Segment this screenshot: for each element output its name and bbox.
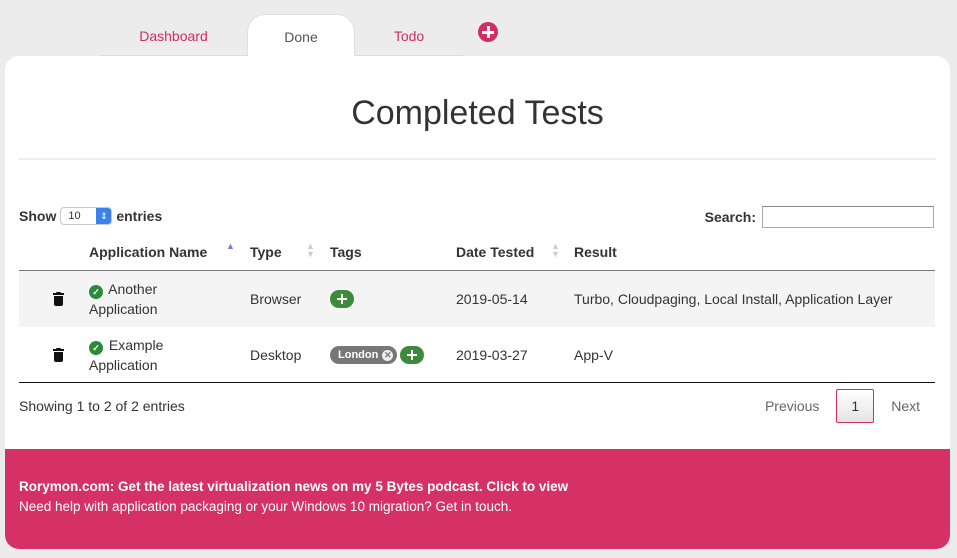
application-name-line1: Example (108, 337, 164, 353)
select-arrows-icon: ⇕ (96, 208, 112, 224)
trash-icon (53, 292, 64, 306)
next-button[interactable]: Next (877, 389, 934, 423)
search-label: Search: (704, 209, 756, 225)
search-filter: Search: (705, 206, 934, 228)
page-button-current[interactable]: 1 (836, 389, 875, 423)
delete-button[interactable] (53, 327, 64, 383)
add-tab-button[interactable] (463, 14, 513, 56)
contact-link[interactable]: Need help with application packaging or … (19, 497, 936, 517)
column-header-date-tested[interactable]: Date Tested (456, 244, 534, 260)
main-card: Completed Tests Show 10 ⇕ entries Search… (5, 56, 950, 449)
remove-tag-icon[interactable]: ✕ (382, 349, 394, 361)
footer-banner: Rorymon.com: Get the latest virtualizati… (5, 449, 950, 549)
tab-todo[interactable]: Todo (355, 14, 463, 56)
result-cell: App-V (574, 347, 613, 363)
length-prefix: Show (19, 208, 57, 224)
column-header-application-name[interactable]: Application Name (89, 244, 207, 260)
application-name-line1: Another (108, 281, 158, 297)
length-suffix: entries (116, 208, 163, 224)
entries-select-value: 10 (68, 210, 81, 222)
add-tag-button[interactable] (330, 290, 354, 308)
column-header-tags: Tags (330, 244, 362, 260)
table-header: Application Name ▲ Type ▲ ▼ Tags Date Tes… (19, 240, 935, 271)
sort-asc-icon[interactable]: ▲ (226, 242, 235, 251)
application-name: ✓ Another Application (89, 271, 229, 327)
result-cell: Turbo, Cloudpaging, Local Install, Appli… (574, 291, 893, 307)
column-header-type[interactable]: Type (250, 244, 282, 260)
title-divider (19, 158, 936, 160)
application-name: ✓ Example Application (89, 327, 229, 383)
column-header-result: Result (574, 244, 617, 260)
date-cell: 2019-05-14 (456, 291, 528, 307)
delete-button[interactable] (53, 271, 64, 327)
search-input[interactable] (762, 206, 934, 228)
sort-both-icon[interactable]: ▲ ▼ (306, 242, 315, 259)
tags-cell: London ✕ (330, 327, 425, 383)
application-name-line2: Application (89, 357, 158, 373)
pagination: Previous 1 Next (751, 389, 934, 423)
table-row: ✓ Another Application Browser 2019-05-14… (19, 271, 935, 327)
tab-dashboard[interactable]: Dashboard (100, 14, 247, 56)
type-cell: Browser (250, 291, 302, 307)
type-cell: Desktop (250, 347, 302, 363)
table-info: Showing 1 to 2 of 2 entries (19, 398, 185, 414)
previous-button[interactable]: Previous (751, 389, 833, 423)
entries-length-control: Show 10 ⇕ entries (19, 207, 162, 225)
page-title: Completed Tests (351, 94, 604, 132)
application-name-line2: Application (89, 301, 158, 317)
add-tag-button[interactable] (400, 346, 425, 364)
date-cell: 2019-03-27 (456, 347, 528, 363)
check-circle-icon: ✓ (89, 285, 103, 299)
tab-done[interactable]: Done (247, 14, 355, 56)
entries-select[interactable]: 10 ⇕ (60, 207, 113, 225)
check-circle-icon: ✓ (89, 341, 103, 355)
tag-label: London (338, 349, 379, 361)
sort-both-icon[interactable]: ▲ ▼ (551, 242, 560, 259)
plus-circle-icon (478, 22, 498, 42)
trash-icon (53, 348, 64, 362)
podcast-link[interactable]: Rorymon.com: Get the latest virtualizati… (19, 477, 936, 497)
tags-cell (330, 271, 354, 327)
nav-tabs: Dashboard Done Todo (100, 14, 513, 56)
tag-badge: London ✕ (330, 346, 398, 364)
table-row: ✓ Example Application Desktop London ✕ 2… (19, 327, 935, 383)
